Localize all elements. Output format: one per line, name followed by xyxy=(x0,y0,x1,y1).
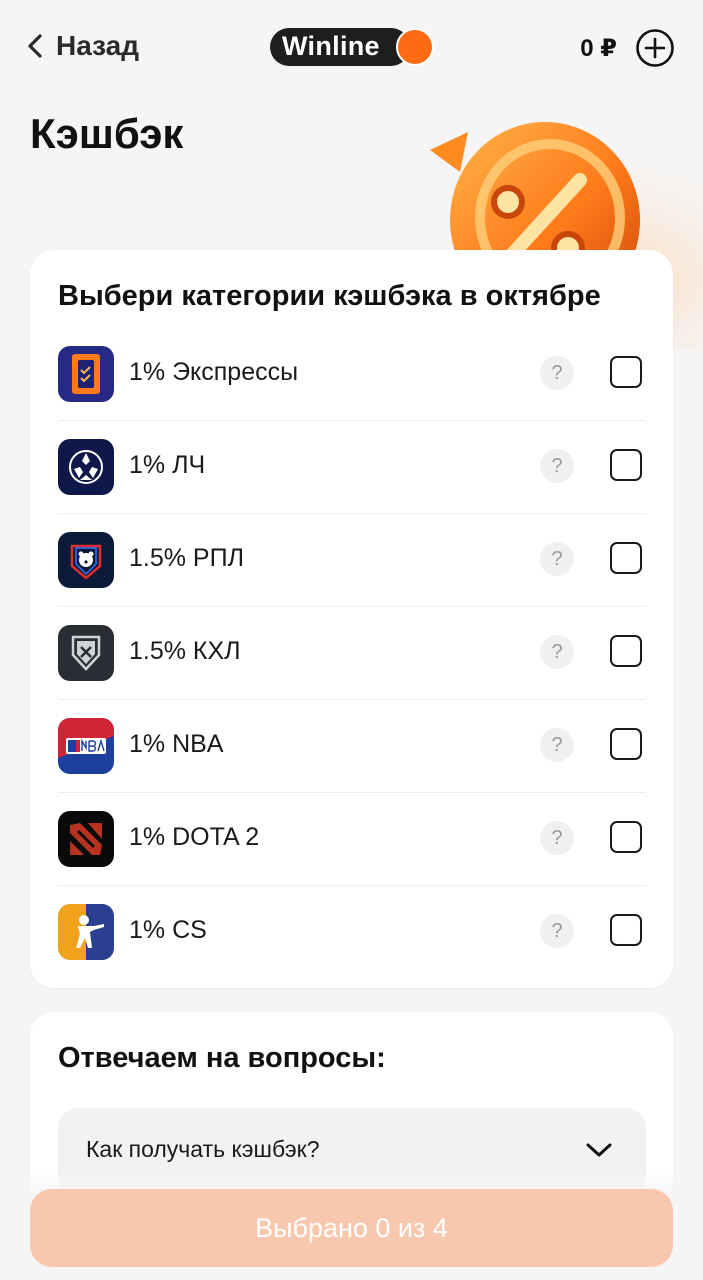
logo-text: Winline xyxy=(282,31,380,61)
category-label: 1.5% РПЛ xyxy=(129,544,244,572)
category-checkbox[interactable] xyxy=(610,914,642,946)
selected-count-button[interactable]: Выбрано 0 из 4 xyxy=(30,1189,673,1267)
category-checkbox[interactable] xyxy=(610,449,642,481)
express-ticket-icon xyxy=(58,346,114,402)
help-button[interactable]: ? xyxy=(540,635,574,669)
help-button[interactable]: ? xyxy=(540,542,574,576)
faq-question: Как получать кэшбэк? xyxy=(86,1136,320,1162)
cs-soldier-icon xyxy=(58,904,114,960)
back-button[interactable]: Назад xyxy=(24,26,139,66)
top-bar: Назад Winline 0 ₽ xyxy=(0,0,703,96)
help-button[interactable]: ? xyxy=(540,914,574,948)
page-title: Кэшбэк xyxy=(30,110,184,157)
back-label: Назад xyxy=(56,30,140,61)
help-button[interactable]: ? xyxy=(540,728,574,762)
cashback-page: Назад Winline 0 ₽ Кэшбэк Выбери категори… xyxy=(0,0,703,1280)
category-row-express[interactable]: 1% Экспрессы ? xyxy=(58,328,646,421)
add-funds-plus-icon[interactable] xyxy=(635,28,675,68)
help-button[interactable]: ? xyxy=(540,821,574,855)
category-row-cs[interactable]: 1% CS ? xyxy=(58,886,646,979)
dota2-logo-icon xyxy=(58,811,114,867)
category-checkbox[interactable] xyxy=(610,542,642,574)
category-checkbox[interactable] xyxy=(610,728,642,760)
chevron-left-icon xyxy=(28,34,42,58)
category-checkbox[interactable] xyxy=(610,356,642,388)
help-button[interactable]: ? xyxy=(540,356,574,390)
category-row-dota2[interactable]: 1% DOTA 2 ? xyxy=(58,793,646,886)
category-row-champions-league[interactable]: 1% ЛЧ ? xyxy=(58,421,646,514)
category-label: 1.5% КХЛ xyxy=(129,637,241,665)
category-row-rpl[interactable]: 1.5% РПЛ ? xyxy=(58,514,646,607)
category-checkbox[interactable] xyxy=(610,821,642,853)
categories-title: Выбери категории кэшбэка в октябре xyxy=(58,280,601,312)
category-label: 1% DOTA 2 xyxy=(129,823,260,851)
category-label: 1% Экспрессы xyxy=(129,358,299,386)
balance-value[interactable]: 0 ₽ xyxy=(580,34,617,63)
category-checkbox[interactable] xyxy=(610,635,642,667)
winline-logo: Winline xyxy=(270,28,434,66)
rpl-bear-icon xyxy=(58,532,114,588)
khl-shield-icon xyxy=(58,625,114,681)
cashback-categories-card: Выбери категории кэшбэка в октябре 1% Эк… xyxy=(30,250,673,988)
category-label: 1% NBA xyxy=(129,730,224,758)
logo-dot xyxy=(396,28,434,66)
category-row-khl[interactable]: 1.5% КХЛ ? xyxy=(58,607,646,700)
help-button[interactable]: ? xyxy=(540,449,574,483)
chevron-down-icon xyxy=(586,1143,612,1157)
category-label: 1% ЛЧ xyxy=(129,451,206,479)
category-label: 1% CS xyxy=(129,916,207,944)
nba-logo-icon xyxy=(58,718,114,774)
champions-league-icon xyxy=(58,439,114,495)
faq-title: Отвечаем на вопросы: xyxy=(58,1042,386,1074)
category-row-nba[interactable]: 1% NBA ? xyxy=(58,700,646,793)
